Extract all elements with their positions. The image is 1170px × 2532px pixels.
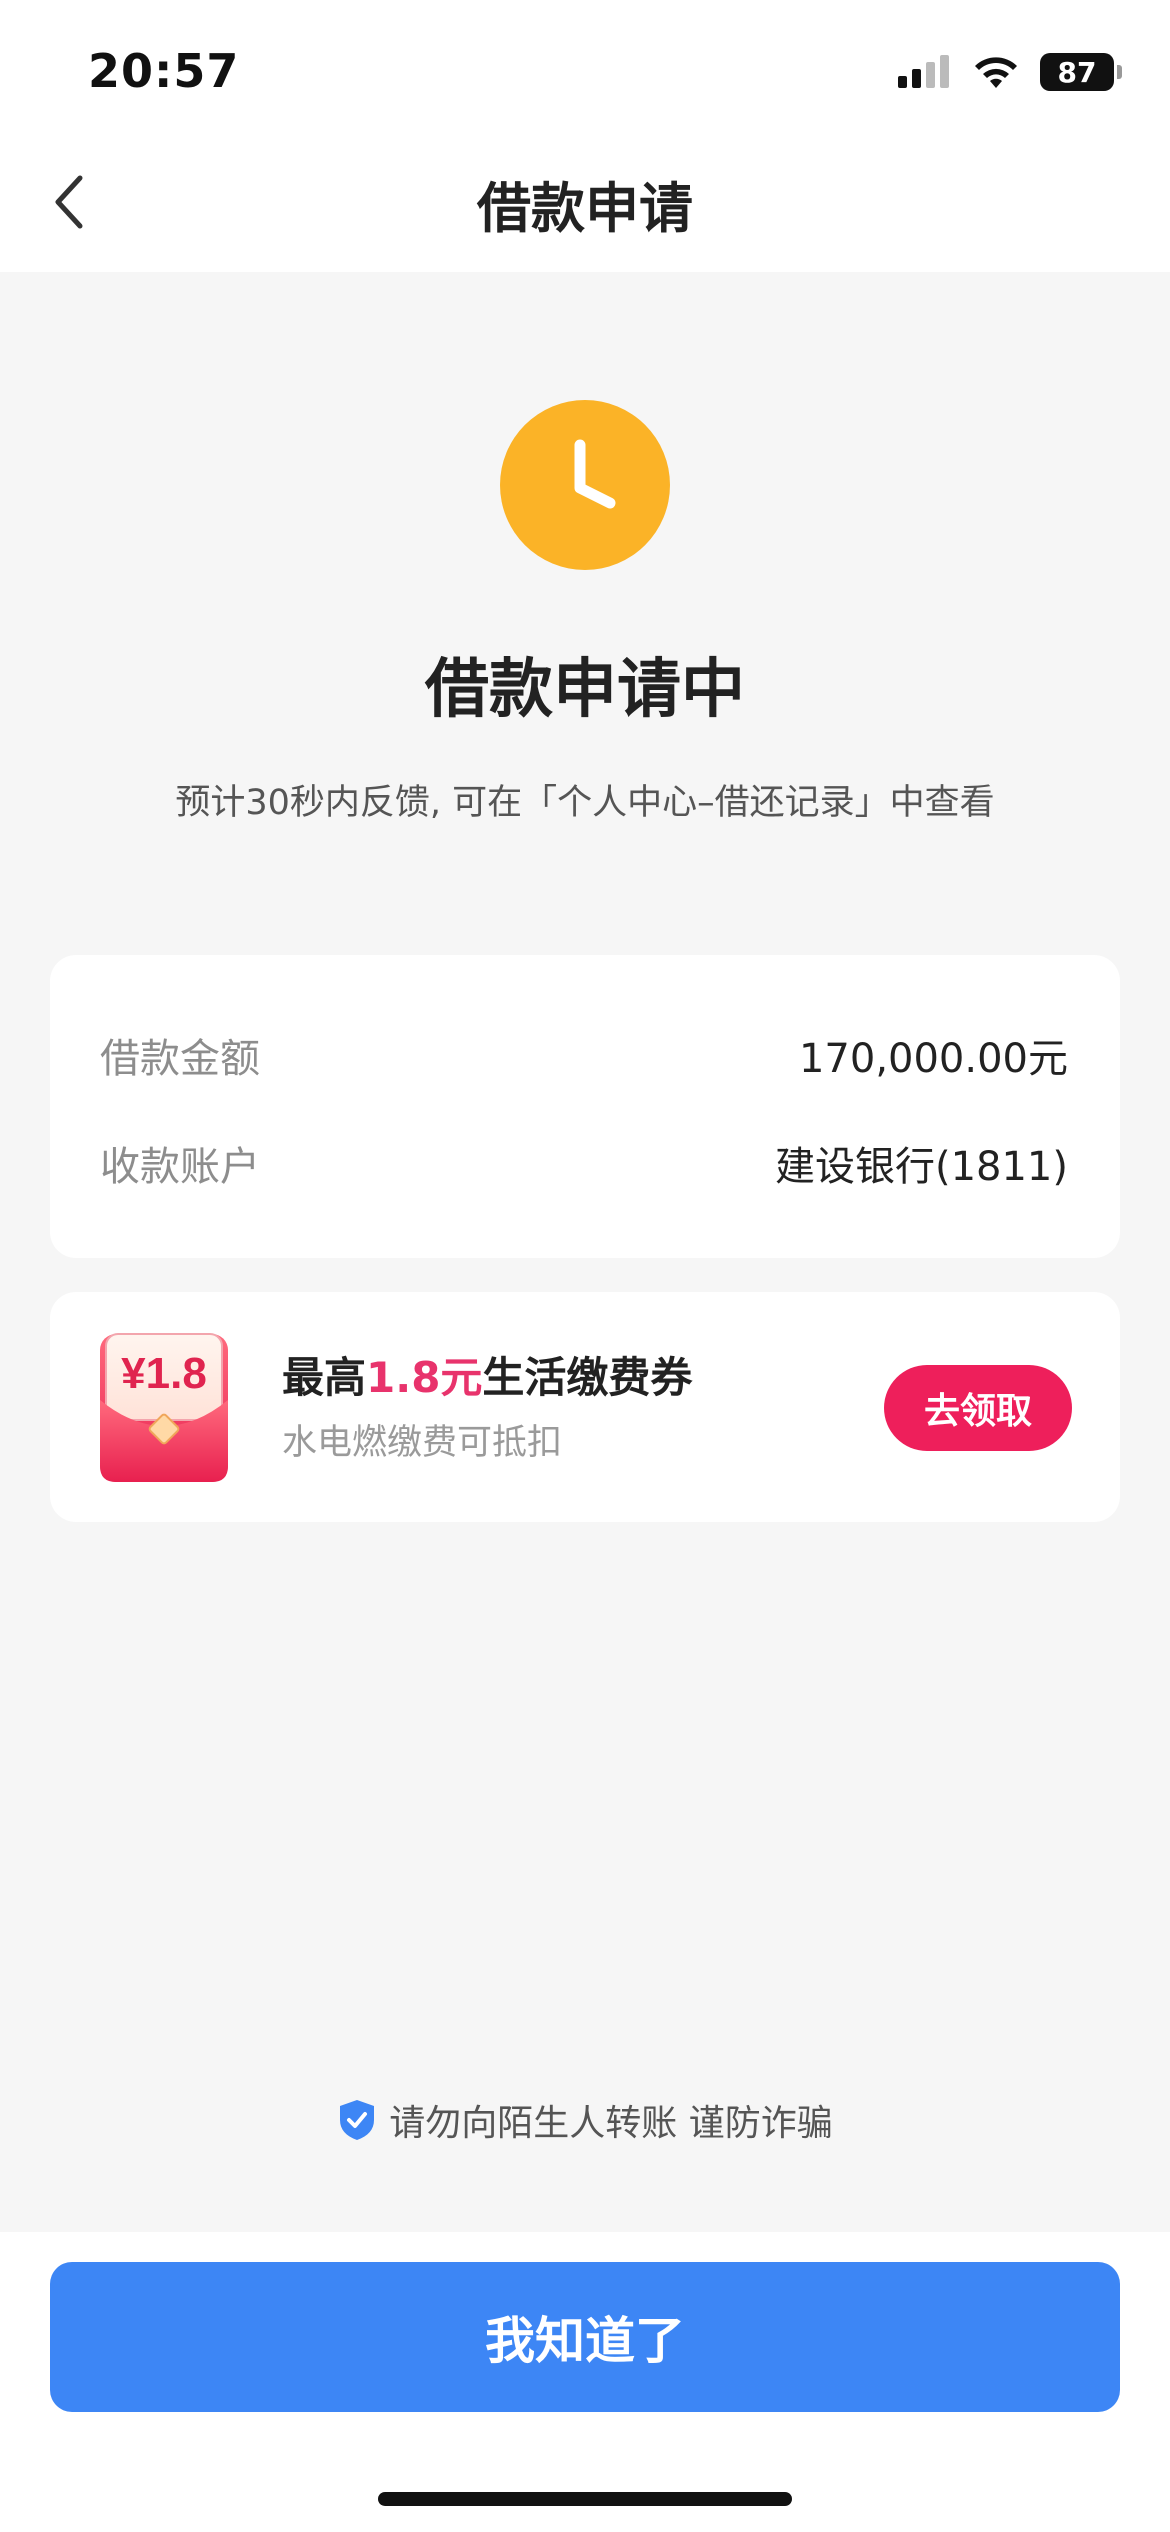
loan-info-card: 借款金额 170,000.00元 收款账户 建设银行(1811) (50, 955, 1120, 1258)
anti-fraud-text: 请勿向陌生人转账 谨防诈骗 (389, 2103, 833, 2144)
loan-amount-value: 170,000.00元 (798, 1036, 1068, 1082)
clock-icon (500, 400, 670, 570)
coupon-title: 最高1.8元生活缴费券 (282, 1344, 692, 1405)
coupon-subtitle: 水电燃缴费可抵扣 (282, 1423, 563, 1463)
shield-check-icon (340, 2100, 375, 2140)
red-envelope-icon: ¥1.8 (100, 1333, 228, 1482)
wifi-icon (975, 57, 1017, 88)
coupon-title-suffix: 生活缴费券 (482, 1353, 693, 1402)
status-time: 20:57 (88, 44, 240, 98)
coupon-title-amount: 1.8元 (366, 1353, 483, 1402)
application-status-title: 借款申请中 (425, 653, 745, 727)
anti-fraud-notice: 请勿向陌生人转账 谨防诈骗 (0, 2094, 1170, 2146)
receiving-account-row: 收款账户 建设银行(1811) (100, 1133, 1068, 1193)
footer: 我知道了 (0, 2232, 1170, 2532)
page: 20:57 87 借款申请 借款申请中 预计30秒内反馈, 可在「个人中心–借还… (0, 0, 1170, 2532)
home-indicator[interactable] (378, 2492, 792, 2506)
application-status-description: 预计30秒内反馈, 可在「个人中心–借还记录」中查看 (175, 783, 995, 823)
receiving-account-value: 建设银行(1811) (774, 1144, 1068, 1190)
page-title: 借款申请 (477, 177, 693, 240)
acknowledge-button[interactable]: 我知道了 (50, 2262, 1120, 2412)
signal-icon (898, 55, 949, 88)
coupon-card[interactable]: ¥1.8 最高1.8元生活缴费券 水电燃缴费可抵扣 去领取 (50, 1292, 1120, 1522)
loan-amount-row: 借款金额 170,000.00元 (100, 1025, 1068, 1085)
battery-level: 87 (1057, 55, 1097, 89)
header-area: 20:57 87 借款申请 (0, 0, 1170, 272)
battery-indicator: 87 (1040, 53, 1122, 91)
loan-amount-label: 借款金额 (100, 1036, 260, 1082)
coupon-title-prefix: 最高 (282, 1353, 367, 1402)
coupon-badge-amount: ¥1.8 (121, 1349, 207, 1398)
claim-coupon-button[interactable]: 去领取 (884, 1365, 1072, 1451)
receiving-account-label: 收款账户 (100, 1144, 260, 1190)
status-icons: 87 (896, 50, 1122, 94)
